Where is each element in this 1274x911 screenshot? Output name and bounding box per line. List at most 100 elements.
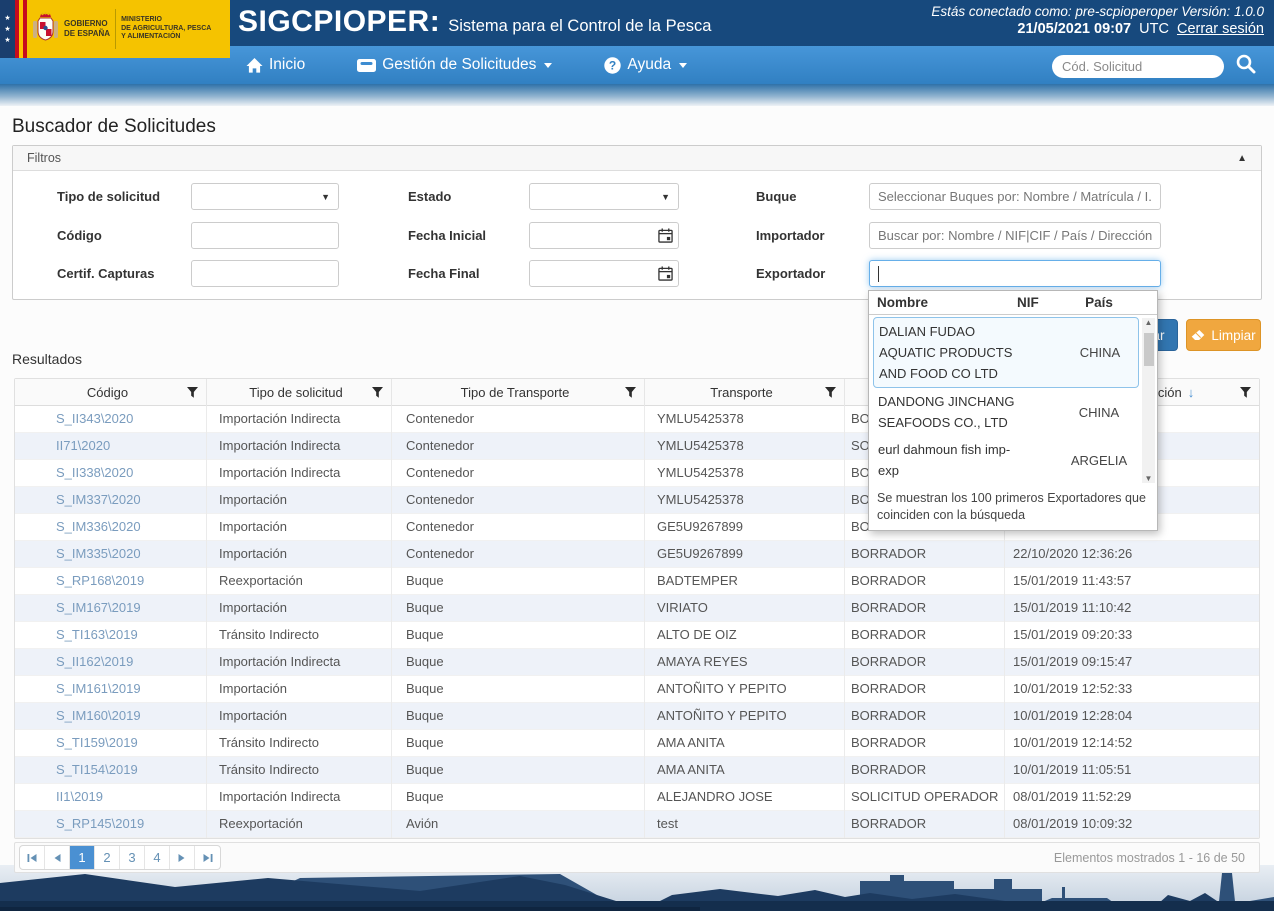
table-row[interactable]: S_IM335\2020 Importación Contenedor GE5U… bbox=[15, 541, 1259, 568]
transporte-cell: BADTEMPER bbox=[644, 568, 844, 595]
tipo-solicitud-cell: Importación bbox=[206, 487, 391, 514]
table-row[interactable]: S_RP168\2019 Reexportación Buque BADTEMP… bbox=[15, 568, 1259, 595]
next-page-button[interactable] bbox=[170, 846, 195, 869]
page-button[interactable]: 2 bbox=[95, 846, 120, 869]
exporter-option[interactable]: eurl dahmoun fish imp-exp ARGELIA bbox=[873, 436, 1139, 484]
column-header: Tipo de solicitud bbox=[206, 379, 391, 406]
utc-label: UTC bbox=[1139, 21, 1169, 37]
codigo-link[interactable]: S_TI163\2019 bbox=[15, 622, 206, 649]
codigo-link[interactable]: S_IM337\2020 bbox=[15, 487, 206, 514]
first-page-button[interactable] bbox=[20, 846, 45, 869]
calendar-icon[interactable] bbox=[658, 228, 673, 243]
codigo-link[interactable]: S_IM336\2020 bbox=[15, 514, 206, 541]
codigo-link[interactable]: S_II338\2020 bbox=[15, 460, 206, 487]
codigo-link[interactable]: II71\2020 bbox=[15, 433, 206, 460]
page-button[interactable]: 3 bbox=[120, 846, 145, 869]
tipo-transporte-cell: Buque bbox=[391, 676, 644, 703]
filter-icon[interactable] bbox=[825, 387, 836, 398]
table-row[interactable]: II1\2019 Importación Indirecta Buque ALE… bbox=[15, 784, 1259, 811]
page-button[interactable]: 4 bbox=[145, 846, 170, 869]
table-row[interactable]: S_II162\2019 Importación Indirecta Buque… bbox=[15, 649, 1259, 676]
fecha-cell: 08/01/2019 10:09:32 bbox=[1004, 811, 1259, 838]
importador-input[interactable] bbox=[870, 223, 1160, 248]
tipo-solicitud-cell: Importación bbox=[206, 676, 391, 703]
tipo-solicitud-cell: Importación Indirecta bbox=[206, 784, 391, 811]
codigo-link[interactable]: S_IM335\2020 bbox=[15, 541, 206, 568]
transporte-cell: AMA ANITA bbox=[644, 730, 844, 757]
scroll-down-icon[interactable]: ▼ bbox=[1145, 474, 1153, 483]
dropdown-scrollbar[interactable]: ▲ ▼ bbox=[1142, 318, 1155, 483]
prev-page-button[interactable] bbox=[45, 846, 70, 869]
fecha-cell: 15/01/2019 11:10:42 bbox=[1004, 595, 1259, 622]
table-row[interactable]: S_IM161\2019 Importación Buque ANTOÑITO … bbox=[15, 676, 1259, 703]
nav-item-inicio[interactable]: Inicio bbox=[246, 56, 305, 74]
solicitud-search-input[interactable] bbox=[1062, 59, 1214, 74]
codigo-link[interactable]: II1\2019 bbox=[15, 784, 206, 811]
codigo-link[interactable]: S_II343\2020 bbox=[15, 406, 206, 433]
help-icon: ? bbox=[604, 57, 621, 74]
table-row[interactable]: S_RP145\2019 Reexportación Avión test BO… bbox=[15, 811, 1259, 838]
exportador-input[interactable] bbox=[870, 261, 1160, 286]
codigo-input[interactable] bbox=[192, 223, 338, 248]
buque-input[interactable] bbox=[870, 184, 1160, 209]
estado-cell: SOLICITUD OPERADOR bbox=[844, 784, 1004, 811]
tipo-transporte-cell: Contenedor bbox=[391, 460, 644, 487]
tipo-transporte-cell: Buque bbox=[391, 757, 644, 784]
logout-link[interactable]: Cerrar sesión bbox=[1177, 21, 1264, 37]
svg-text:?: ? bbox=[609, 58, 616, 72]
codigo-link[interactable]: S_IM161\2019 bbox=[15, 676, 206, 703]
codigo-link[interactable]: S_TI154\2019 bbox=[15, 757, 206, 784]
fecha-final-input[interactable] bbox=[530, 261, 654, 286]
transporte-cell: ANTOÑITO Y PEPITO bbox=[644, 676, 844, 703]
transporte-cell: GE5U9267899 bbox=[644, 514, 844, 541]
sort-desc-icon[interactable]: ↓ bbox=[1188, 385, 1195, 400]
nav-item-ayuda[interactable]: ? Ayuda bbox=[604, 56, 687, 74]
codigo-link[interactable]: S_IM167\2019 bbox=[15, 595, 206, 622]
tipo-transporte-cell: Buque bbox=[391, 568, 644, 595]
table-row[interactable]: S_TI154\2019 Tránsito Indirecto Buque AM… bbox=[15, 757, 1259, 784]
exporter-option[interactable]: DANDONG JINCHANG SEAFOODS CO., LTD CHINA bbox=[873, 388, 1139, 436]
calendar-icon[interactable] bbox=[658, 266, 673, 281]
filter-icon[interactable] bbox=[187, 387, 198, 398]
codigo-label: Código bbox=[57, 222, 102, 249]
transporte-cell: YMLU5425378 bbox=[644, 487, 844, 514]
scrollbar-thumb[interactable] bbox=[1144, 333, 1154, 366]
nav-item-gestion-solicitudes[interactable]: Gestión de Solicitudes bbox=[357, 56, 552, 74]
tipo-solicitud-cell: Importación Indirecta bbox=[206, 460, 391, 487]
estado-select[interactable]: ▼ bbox=[529, 183, 679, 210]
filter-icon[interactable] bbox=[625, 387, 636, 398]
col-pais: País bbox=[1067, 295, 1131, 310]
fecha-inicial-input[interactable] bbox=[530, 223, 654, 248]
collapse-panel-icon[interactable]: ▲ bbox=[1237, 153, 1247, 164]
tipo-transporte-cell: Contenedor bbox=[391, 406, 644, 433]
codigo-link[interactable]: S_IM160\2019 bbox=[15, 703, 206, 730]
tipo-solicitud-select[interactable]: ▼ bbox=[191, 183, 339, 210]
scroll-up-icon[interactable]: ▲ bbox=[1145, 318, 1153, 327]
transporte-cell: test bbox=[644, 811, 844, 838]
fecha-cell: 10/01/2019 11:05:51 bbox=[1004, 757, 1259, 784]
estado-cell: BORRADOR bbox=[844, 757, 1004, 784]
table-row[interactable]: S_IM160\2019 Importación Buque ANTOÑITO … bbox=[15, 703, 1259, 730]
tipo-transporte-cell: Buque bbox=[391, 622, 644, 649]
pagination-bar: 1234 Elementos mostrados 1 - 16 de 50 bbox=[14, 842, 1260, 873]
filter-icon[interactable] bbox=[1240, 387, 1251, 398]
tipo-transporte-cell: Buque bbox=[391, 703, 644, 730]
gobierno-text: GOBIERNO DE ESPAÑA bbox=[64, 19, 110, 38]
codigo-link[interactable]: S_II162\2019 bbox=[15, 649, 206, 676]
codigo-link[interactable]: S_TI159\2019 bbox=[15, 730, 206, 757]
gobierno-espana-logo: ★★★ GOBIERNO DE ESPAÑA MINISTERIO DE AGR… bbox=[0, 0, 230, 58]
table-row[interactable]: S_TI159\2019 Tránsito Indirecto Buque AM… bbox=[15, 730, 1259, 757]
table-row[interactable]: S_TI163\2019 Tránsito Indirecto Buque AL… bbox=[15, 622, 1259, 649]
exporter-option[interactable]: DALIAN FUDAO AQUATIC PRODUCTS AND FOOD C… bbox=[873, 317, 1139, 388]
logo-divider bbox=[115, 9, 116, 49]
search-icon[interactable] bbox=[1235, 53, 1256, 74]
table-row[interactable]: S_IM167\2019 Importación Buque VIRIATO B… bbox=[15, 595, 1259, 622]
limpiar-button[interactable]: Limpiar bbox=[1186, 319, 1261, 351]
filter-icon[interactable] bbox=[372, 387, 383, 398]
filters-panel-title: Filtros bbox=[27, 151, 61, 165]
codigo-link[interactable]: S_RP168\2019 bbox=[15, 568, 206, 595]
last-page-button[interactable] bbox=[195, 846, 220, 869]
page-button[interactable]: 1 bbox=[70, 846, 95, 869]
codigo-link[interactable]: S_RP145\2019 bbox=[15, 811, 206, 838]
certif-capturas-input[interactable] bbox=[192, 261, 338, 286]
